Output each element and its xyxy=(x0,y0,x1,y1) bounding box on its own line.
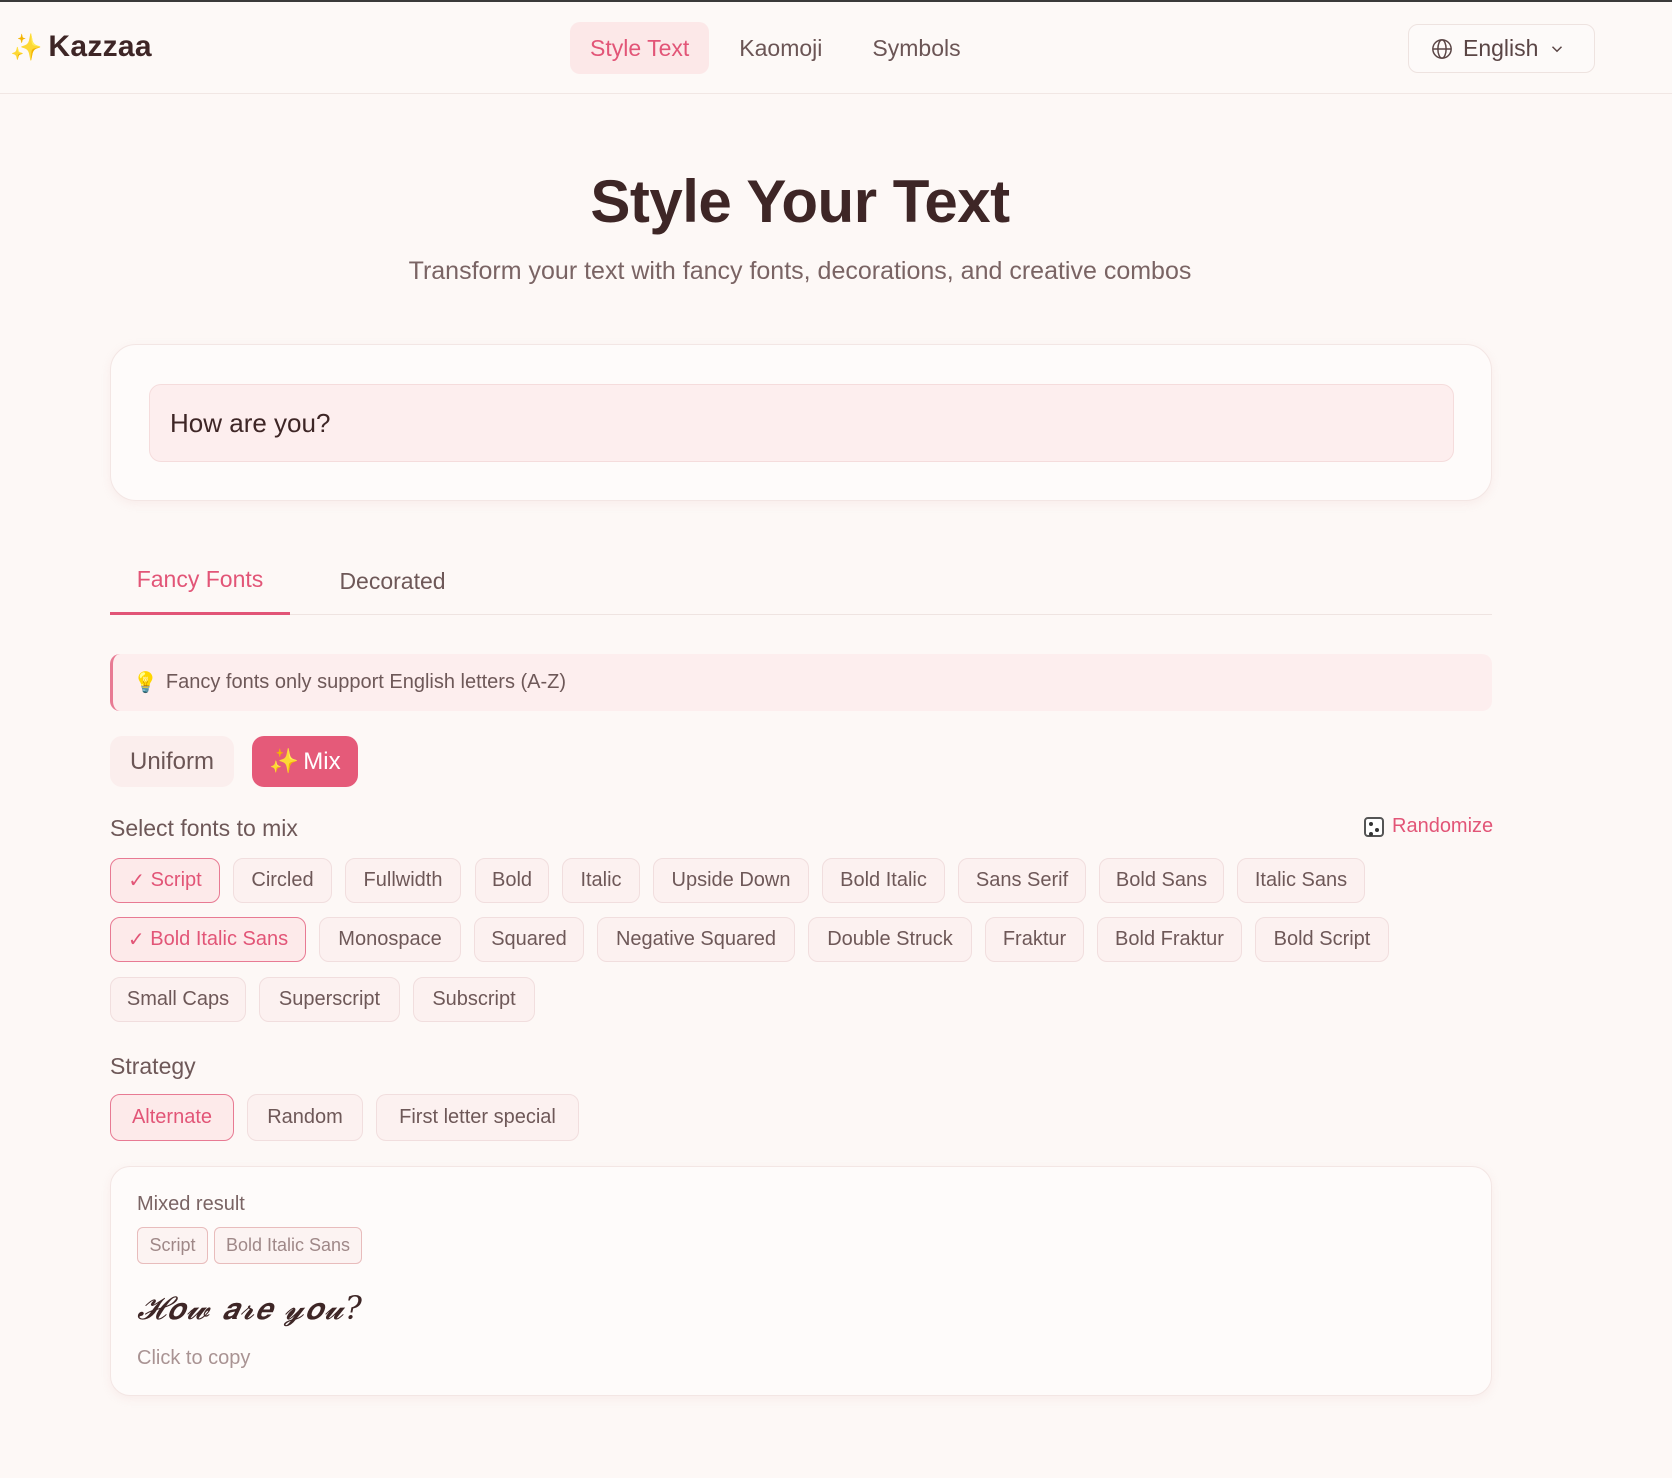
font-chip-subscript[interactable]: Subscript xyxy=(413,977,535,1022)
text-input[interactable]: How are you? xyxy=(149,384,1454,462)
dice-icon xyxy=(1364,816,1384,837)
fonts-section-label: Select fonts to mix xyxy=(110,815,298,841)
language-label: English xyxy=(1463,35,1539,61)
font-chip-bold-script[interactable]: Bold Script xyxy=(1255,917,1389,962)
page-subtitle: Transform your text with fancy fonts, de… xyxy=(408,257,1192,285)
font-chip-bold-fraktur[interactable]: Bold Fraktur xyxy=(1097,917,1242,962)
uniform-button[interactable]: Uniform xyxy=(110,736,234,787)
input-card: How are you? xyxy=(110,344,1492,501)
tip-banner: 💡 Fancy fonts only support English lette… xyxy=(110,654,1492,711)
font-chip-negative-squared[interactable]: Negative Squared xyxy=(597,917,795,962)
strategy-label: Strategy xyxy=(110,1053,196,1079)
strategy-alternate[interactable]: Alternate xyxy=(110,1094,234,1141)
sparkles-icon: ✨ xyxy=(269,748,300,775)
nav-kaomoji[interactable]: Kaomoji xyxy=(719,22,842,74)
font-chip-monospace[interactable]: Monospace xyxy=(319,917,461,962)
font-chip-fraktur[interactable]: Fraktur xyxy=(985,917,1084,962)
strategy-first-letter-special[interactable]: First letter special xyxy=(376,1094,579,1141)
result-tag-bold-italic-sans: Bold Italic Sans xyxy=(214,1227,362,1264)
style-tabs: Fancy Fonts Decorated xyxy=(110,547,1492,615)
font-chip-upside-down[interactable]: Upside Down xyxy=(653,858,809,903)
font-chip-italic-sans[interactable]: Italic Sans xyxy=(1237,858,1365,903)
page-title: Style Your Text xyxy=(590,168,1010,235)
nav-symbols[interactable]: Symbols xyxy=(852,22,980,74)
top-header: ✨ Kazzaa Style Text Kaomoji Symbols Engl… xyxy=(0,2,1672,94)
tab-decorated[interactable]: Decorated xyxy=(305,547,480,615)
font-chip-bold[interactable]: Bold xyxy=(475,858,549,903)
result-card[interactable]: Mixed result Script Bold Italic Sans 𝓗𝙤𝔀… xyxy=(110,1166,1492,1396)
font-chip-bold-italic-sans[interactable]: ✓ Bold Italic Sans xyxy=(110,917,306,962)
sparkles-icon: ✨ xyxy=(10,32,43,62)
font-chip-fullwidth[interactable]: Fullwidth xyxy=(345,858,461,903)
font-chip-double-struck[interactable]: Double Struck xyxy=(808,917,972,962)
font-chip-superscript[interactable]: Superscript xyxy=(259,977,400,1022)
main-nav: Style Text Kaomoji Symbols xyxy=(570,22,981,74)
brand-logo[interactable]: ✨ Kazzaa xyxy=(10,30,152,64)
randomize-label: Randomize xyxy=(1392,815,1494,837)
brand-name: Kazzaa xyxy=(48,30,152,63)
result-label: Mixed result xyxy=(137,1193,245,1215)
font-chip-small-caps[interactable]: Small Caps xyxy=(110,977,246,1022)
randomize-button[interactable]: Randomize xyxy=(1364,815,1493,838)
chevron-down-icon xyxy=(1552,45,1563,52)
result-tag-script: Script xyxy=(137,1227,208,1264)
font-chip-italic[interactable]: Italic xyxy=(562,858,640,903)
font-chip-script[interactable]: ✓ Script xyxy=(110,858,220,903)
tab-fancy-fonts[interactable]: Fancy Fonts xyxy=(110,547,290,615)
font-chip-squared[interactable]: Squared xyxy=(474,917,584,962)
font-chip-circled[interactable]: Circled xyxy=(233,858,332,903)
font-chip-bold-sans[interactable]: Bold Sans xyxy=(1099,858,1224,903)
mode-toggle: Uniform ✨ Mix xyxy=(110,736,358,787)
copy-hint: Click to copy xyxy=(137,1347,251,1369)
strategy-random[interactable]: Random xyxy=(247,1094,363,1141)
lightbulb-icon: 💡 xyxy=(133,672,158,694)
result-text[interactable]: 𝓗𝙤𝔀 𝙖𝓻𝙚 𝔂𝙤𝓾? xyxy=(137,1289,363,1328)
globe-icon xyxy=(1432,38,1452,59)
mix-button[interactable]: ✨ Mix xyxy=(252,736,358,787)
language-selector[interactable]: English xyxy=(1408,24,1595,73)
tip-text: Fancy fonts only support English letters… xyxy=(165,671,567,693)
font-chip-bold-italic[interactable]: Bold Italic xyxy=(822,858,945,903)
nav-style-text[interactable]: Style Text xyxy=(570,22,710,74)
mix-label: Mix xyxy=(303,747,341,775)
font-chip-sans-serif[interactable]: Sans Serif xyxy=(958,858,1086,903)
